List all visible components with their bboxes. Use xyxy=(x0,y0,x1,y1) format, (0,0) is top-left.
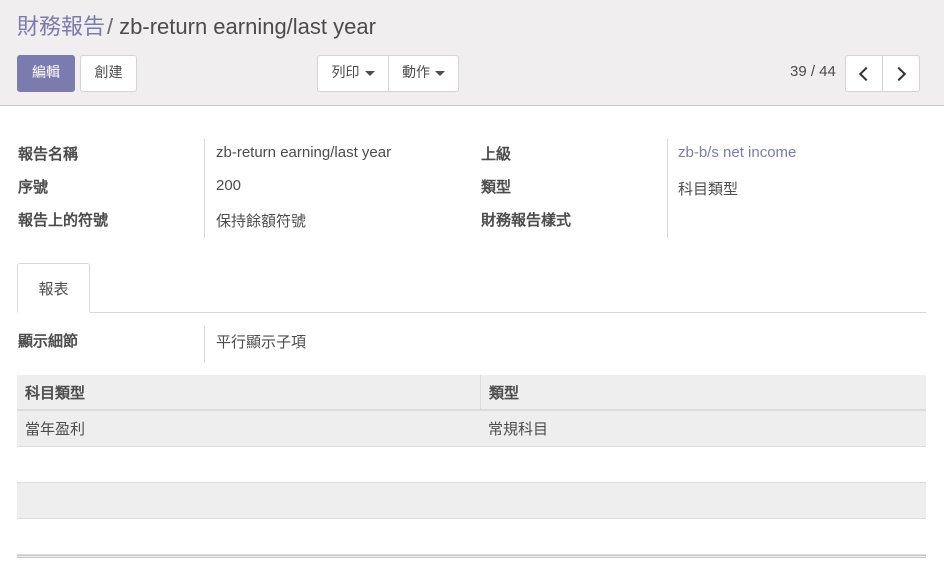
tab-report[interactable]: 報表 xyxy=(17,263,90,313)
table-cell: 常規科目 xyxy=(488,420,549,438)
field-divider xyxy=(204,139,205,238)
breadcrumb-separator: / xyxy=(107,14,114,39)
report-name-label: 報告名稱 xyxy=(18,145,79,163)
chevron-left-icon xyxy=(858,66,874,81)
caret-down-icon xyxy=(364,71,375,76)
caret-down-icon xyxy=(435,71,445,76)
parent-label: 上級 xyxy=(481,145,512,163)
type-label: 類型 xyxy=(481,178,512,196)
breadcrumb-current: zb-return earning/last year xyxy=(119,14,376,39)
control-panel: 財務報告/zb-return earning/last year 編輯 創建 列… xyxy=(0,0,944,106)
table-footer xyxy=(17,555,926,558)
breadcrumb-parent-link[interactable]: 財務報告 xyxy=(17,14,105,39)
print-dropdown-button[interactable]: 列印 xyxy=(318,56,388,91)
sign-label: 報告上的符號 xyxy=(18,211,109,229)
sign-value: 保持餘額符號 xyxy=(216,212,307,230)
sidebar-actions-group: 列印 動作 xyxy=(317,55,459,92)
display-detail-label: 顯示細節 xyxy=(18,332,79,350)
parent-link[interactable]: zb-b/s net income xyxy=(678,144,796,161)
report-name-value: zb-return earning/last year xyxy=(216,144,392,161)
type-value: 科目類型 xyxy=(678,180,739,198)
sequence-value: 200 xyxy=(216,177,242,194)
pager-buttons xyxy=(845,55,920,92)
pager-value[interactable]: 39 / 44 xyxy=(790,63,836,80)
column-header-type[interactable]: 類型 xyxy=(480,375,926,409)
create-button[interactable]: 創建 xyxy=(80,55,137,92)
sequence-label: 序號 xyxy=(18,178,49,196)
pager-next-button[interactable] xyxy=(882,56,919,91)
field-divider xyxy=(667,139,668,238)
pager-previous-button[interactable] xyxy=(846,56,882,91)
table-empty-row xyxy=(17,447,926,483)
chevron-right-icon xyxy=(891,66,907,81)
table-cell: 當年盈利 xyxy=(25,420,86,438)
account-type-table: 科目類型 類型 當年盈利 常規科目 xyxy=(17,375,926,558)
action-dropdown-button[interactable]: 動作 xyxy=(388,56,458,91)
print-label: 列印 xyxy=(331,65,360,81)
tabs-divider xyxy=(17,312,926,313)
table-empty-row xyxy=(17,519,926,555)
breadcrumb: 財務報告/zb-return earning/last year xyxy=(17,13,376,41)
style-label: 財務報告樣式 xyxy=(481,211,572,229)
edit-button[interactable]: 編輯 xyxy=(17,55,75,92)
table-empty-row xyxy=(17,483,926,519)
table-header: 科目類型 類型 xyxy=(17,375,926,411)
column-header-account-type[interactable]: 科目類型 xyxy=(17,375,480,409)
display-detail-value: 平行顯示子項 xyxy=(216,333,307,351)
table-row[interactable]: 當年盈利 常規科目 xyxy=(17,411,926,447)
action-label: 動作 xyxy=(402,65,430,81)
field-divider xyxy=(204,326,205,363)
